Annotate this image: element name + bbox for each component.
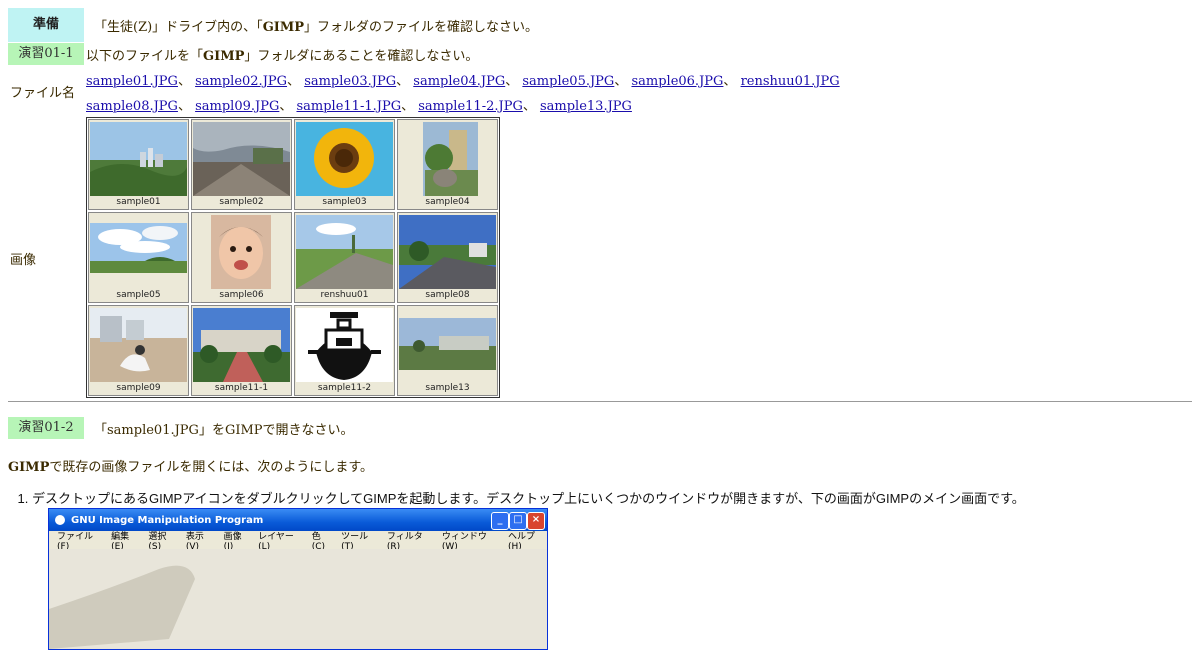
exercise-01-2-row: 演習01-2 「sample01.JPG」をGIMPで開きなさい。 <box>8 417 354 439</box>
image-road-sky <box>193 122 290 196</box>
intro-text: GIMPで既存の画像ファイルを開くには、次のようにします。 <box>8 460 374 475</box>
maximize-icon: □ <box>509 512 527 530</box>
image-school-emblem <box>296 308 393 382</box>
minimize-icon: _ <box>491 512 509 530</box>
image-baby <box>193 215 290 289</box>
file-link[interactable]: sample11-2.JPG <box>418 99 523 114</box>
prep-label: 準備 <box>8 8 84 42</box>
gimp-watermark <box>49 565 195 649</box>
thumb-caption: sample11-1 <box>214 383 269 393</box>
exercise-01-1-text: 以下のファイルを「GIMP」フォルダにあることを確認しなさい。 <box>86 48 479 64</box>
thumb-sample01: sample01 <box>88 119 189 210</box>
thumb-sample09: sample09 <box>88 305 189 396</box>
thumb-sample04: sample04 <box>397 119 498 210</box>
close-icon: × <box>527 512 545 530</box>
prep-text: 「生徒(Z)」ドライブ内の、「GIMP」フォルダのファイルを確認しなさい。 <box>94 19 539 35</box>
thumb-sample11-2: sample11-2 <box>294 305 395 396</box>
thumb-caption: sample03 <box>322 197 367 207</box>
file-link[interactable]: sample03.JPG <box>304 74 396 89</box>
exercise-01-2-label: 演習01-2 <box>8 417 84 439</box>
thumb-sample02: sample02 <box>191 119 292 210</box>
file-link[interactable]: sample04.JPG <box>413 74 505 89</box>
image-school-path <box>193 308 290 382</box>
file-link[interactable]: sample01.JPG <box>86 74 178 89</box>
image-sunflower <box>296 122 393 196</box>
file-separator: 、 <box>177 99 196 114</box>
thumb-renshuu01: renshuu01 <box>294 212 395 303</box>
window-titlebar: GNU Image Manipulation Program _ □ × <box>49 509 547 531</box>
image-monument <box>399 122 496 196</box>
step-item: デスクトップにあるGIMPアイコンをダブルクリックしてGIMPを起動します。デス… <box>32 488 1192 507</box>
thumb-caption: sample09 <box>116 383 161 393</box>
thumb-caption: sample01 <box>116 197 161 207</box>
image-city-landscape <box>90 122 187 196</box>
prep-row: 準備 「生徒(Z)」ドライブ内の、「GIMP」フォルダのファイルを確認しなさい。 <box>8 8 538 42</box>
step-list: デスクトップにあるGIMPアイコンをダブルクリックしてGIMPを起動します。デス… <box>8 488 1192 507</box>
file-separator: 、 <box>723 74 741 89</box>
thumb-sample03: sample03 <box>294 119 395 210</box>
thumb-caption: sample11-2 <box>317 383 372 393</box>
file-link[interactable]: sampl09.JPG <box>195 99 279 114</box>
file-separator: 、 <box>279 99 297 114</box>
thumb-caption: sample08 <box>425 290 470 300</box>
file-separator: 、 <box>401 99 419 114</box>
gimp-window-screenshot: GNU Image Manipulation Program _ □ × ファイ… <box>48 508 548 650</box>
file-link[interactable]: sample02.JPG <box>195 74 287 89</box>
exercise-01-2-text: 「sample01.JPG」をGIMPで開きなさい。 <box>94 422 354 438</box>
divider <box>8 401 1192 402</box>
image-street-trees <box>399 215 496 289</box>
exercise-01-1-row: 演習01-1 以下のファイルを「GIMP」フォルダにあることを確認しなさい。 <box>8 43 478 65</box>
image-clouds-field <box>90 215 187 289</box>
window-body <box>49 549 547 649</box>
images-label: 画像 <box>10 253 37 268</box>
thumb-sample08: sample08 <box>397 212 498 303</box>
thumb-caption: sample02 <box>219 197 264 207</box>
thumb-caption: sample05 <box>116 290 161 300</box>
image-building-field <box>399 308 496 382</box>
file-link[interactable]: renshuu01.JPG <box>741 74 840 89</box>
thumb-sample06: sample06 <box>191 212 292 303</box>
thumb-sample13: sample13 <box>397 305 498 396</box>
gimp-logo-icon <box>55 515 65 525</box>
file-link[interactable]: sample11-1.JPG <box>296 99 401 114</box>
image-road-field <box>296 215 393 289</box>
file-list-row-1: sample01.JPG、 sample02.JPG、 sample03.JPG… <box>86 70 840 89</box>
file-separator: 、 <box>614 74 632 89</box>
file-link[interactable]: sample06.JPG <box>631 74 723 89</box>
thumb-caption: sample04 <box>425 197 470 207</box>
window-title: GNU Image Manipulation Program <box>71 514 264 526</box>
thumbnail-grid: sample01 sample02 sample03 sample04 samp… <box>86 117 500 398</box>
file-separator: 、 <box>287 74 305 89</box>
thumb-caption: sample06 <box>219 290 264 300</box>
file-list-row-2: sample08.JPG、 sampl09.JPG、 sample11-1.JP… <box>86 95 632 114</box>
file-separator: 、 <box>396 74 414 89</box>
thumb-caption: sample13 <box>425 383 470 393</box>
file-link[interactable]: sample13.JPG <box>540 99 632 114</box>
thumb-sample11-1: sample11-1 <box>191 305 292 396</box>
exercise-01-1-label: 演習01-1 <box>8 43 84 65</box>
file-link[interactable]: sample05.JPG <box>522 74 614 89</box>
file-link[interactable]: sample08.JPG <box>86 99 178 114</box>
file-separator: 、 <box>177 74 196 89</box>
thumb-sample05: sample05 <box>88 212 189 303</box>
image-baseball <box>90 308 187 382</box>
file-separator: 、 <box>522 99 540 114</box>
thumb-caption: renshuu01 <box>320 290 369 300</box>
files-label: ファイル名 <box>10 86 76 101</box>
menu-bar: ファイル(F) 編集(E) 選択(S) 表示(V) 画像(I) レイヤー(L) 色(C) ツー… <box>49 531 547 552</box>
file-separator: 、 <box>505 74 523 89</box>
